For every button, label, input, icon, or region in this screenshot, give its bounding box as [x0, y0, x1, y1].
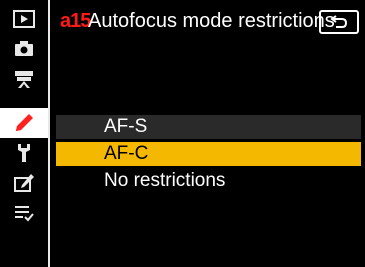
tab-my-menu[interactable]	[0, 198, 48, 228]
movie-icon	[15, 71, 33, 88]
option-af-s[interactable]: AF-S	[56, 115, 361, 139]
option-label: No restrictions	[104, 170, 226, 191]
menu-item-code: a15	[60, 10, 91, 32]
tab-photo-shooting[interactable]	[0, 34, 48, 64]
back-arrow-icon	[330, 15, 348, 28]
option-label: AF-S	[104, 116, 148, 137]
page-title: Autofocus mode restrictions	[88, 10, 335, 32]
playback-icon	[13, 10, 35, 28]
my-menu-icon	[15, 206, 34, 222]
menu-header: a15 Autofocus mode restrictions	[55, 0, 365, 44]
tab-retouch[interactable]	[0, 168, 48, 198]
option-no-restrictions[interactable]: No restrictions	[56, 169, 361, 193]
sidebar-divider	[48, 0, 50, 267]
option-af-c[interactable]: AF-C	[56, 142, 361, 166]
wrench-icon	[18, 144, 30, 162]
option-label: AF-C	[104, 143, 149, 164]
pencil-icon	[16, 114, 33, 131]
camera-icon	[15, 41, 33, 56]
retouch-icon	[14, 174, 34, 192]
tab-playback[interactable]	[0, 4, 48, 34]
tab-movie-recording[interactable]	[0, 64, 48, 94]
back-button[interactable]	[319, 10, 359, 34]
menu-sidebar	[0, 0, 48, 267]
options-list: AF-S AF-C No restrictions	[56, 115, 361, 196]
camera-menu-screen: a15 Autofocus mode restrictions AF-S AF-…	[0, 0, 365, 267]
tab-setup[interactable]	[0, 138, 48, 168]
tab-custom-settings[interactable]	[0, 108, 48, 138]
